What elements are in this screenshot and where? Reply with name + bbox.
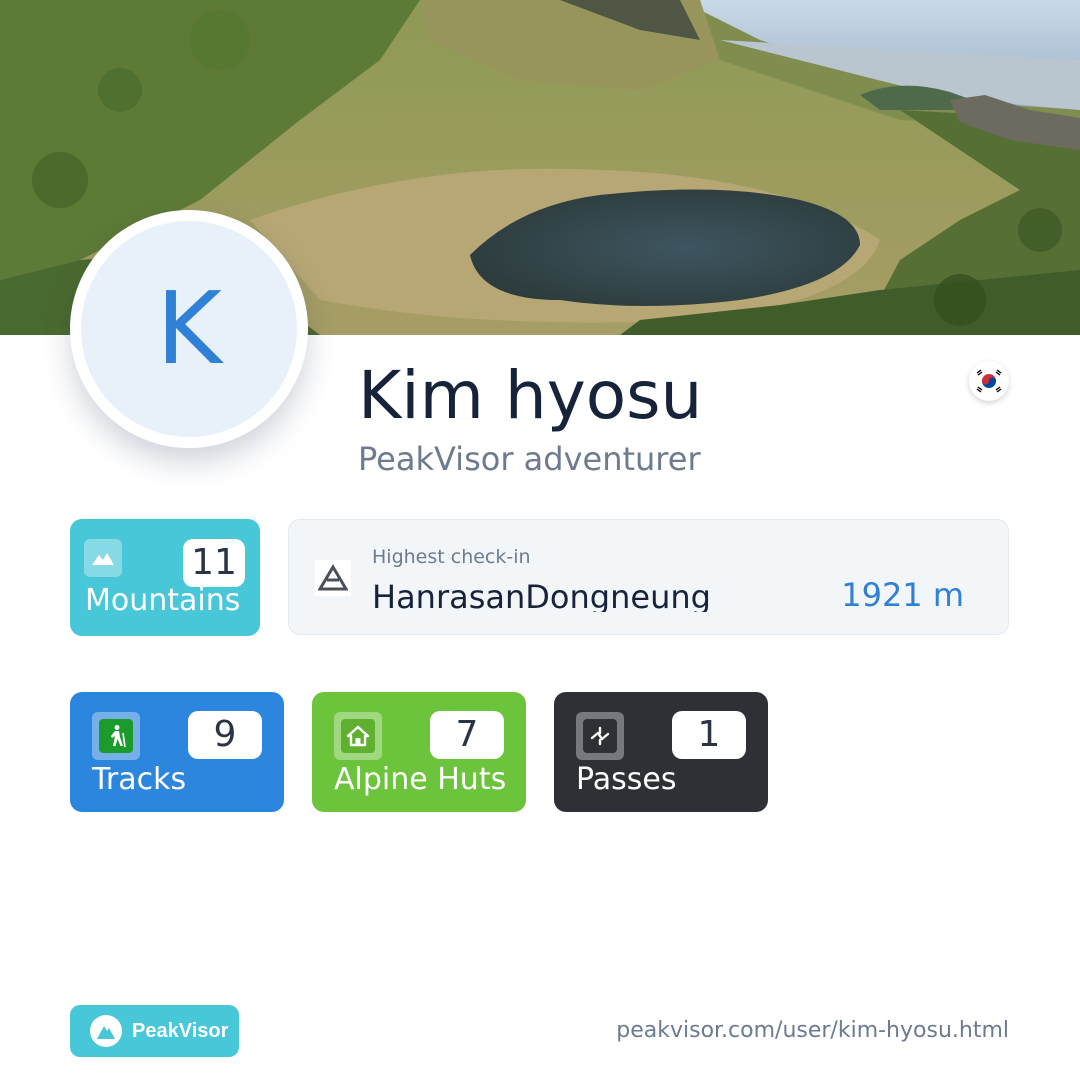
user-name: Kim hyosu	[358, 357, 703, 434]
avatar-initial: K	[81, 221, 297, 437]
peakvisor-mountain-icon	[90, 1015, 122, 1047]
south-korea-flag-icon	[969, 361, 1009, 401]
highest-checkin-card[interactable]: Highest check-in HanrasanDongneung 1921 …	[288, 519, 1009, 635]
mountains-label: Mountains	[85, 583, 241, 618]
passes-stat-tile[interactable]: 1 Passes	[554, 692, 768, 812]
passes-count: 1	[672, 711, 746, 759]
hut-icon	[334, 712, 382, 760]
user-subtitle: PeakVisor adventurer	[358, 440, 701, 478]
profile-url[interactable]: peakvisor.com/user/kim-hyosu.html	[616, 1018, 1009, 1043]
alpine-huts-count: 7	[430, 711, 504, 759]
alpine-huts-stat-tile[interactable]: 7 Alpine Huts	[312, 692, 526, 812]
mountain-icon	[84, 539, 122, 577]
highest-checkin-peak: HanrasanDongneung	[372, 578, 711, 612]
tracks-count: 9	[188, 711, 262, 759]
peakvisor-logo[interactable]: PeakVisor	[70, 1005, 239, 1057]
hiker-icon	[92, 712, 140, 760]
passes-label: Passes	[576, 762, 677, 797]
pass-icon	[576, 712, 624, 760]
mountains-count: 11	[183, 539, 245, 587]
tracks-stat-tile[interactable]: 9 Tracks	[70, 692, 284, 812]
peak-triangle-icon	[315, 560, 351, 596]
user-avatar: K	[70, 210, 308, 448]
tracks-label: Tracks	[92, 762, 187, 797]
highest-checkin-elevation: 1921 m	[841, 576, 964, 614]
alpine-huts-label: Alpine Huts	[334, 762, 507, 797]
mountains-stat-tile[interactable]: 11 Mountains	[70, 519, 260, 636]
peakvisor-logo-text: PeakVisor	[132, 1019, 229, 1042]
highest-checkin-label: Highest check-in	[372, 546, 531, 568]
